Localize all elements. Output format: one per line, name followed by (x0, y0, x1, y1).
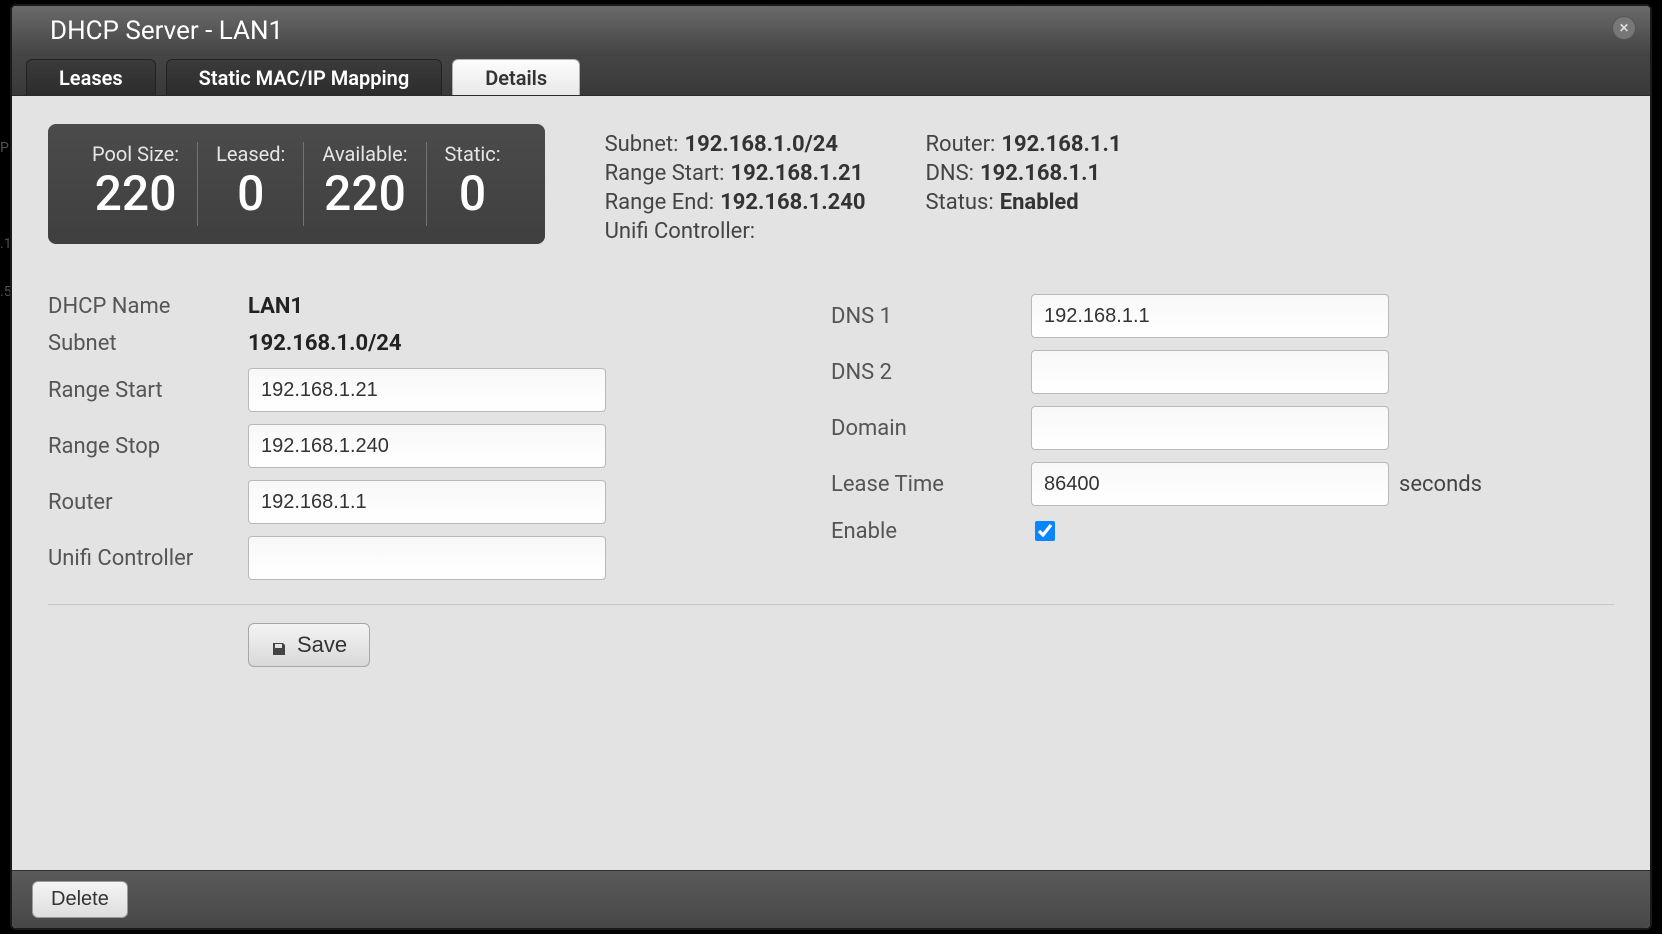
stat-label: Pool Size: (92, 142, 179, 166)
label-unifi: Unifi Controller (48, 546, 248, 571)
form-divider (48, 604, 1614, 605)
save-icon (271, 637, 287, 653)
label-range-stop: Range Stop (48, 434, 248, 459)
info-label: DNS: (925, 161, 974, 186)
form-col-left: DHCP Name LAN1 Subnet 192.168.1.0/24 Ran… (48, 294, 831, 580)
label-dhcp-name: DHCP Name (48, 294, 248, 319)
label-dns2: DNS 2 (831, 360, 1031, 385)
suffix-seconds: seconds (1399, 472, 1482, 497)
info-dns: DNS:192.168.1.1 (925, 161, 1121, 186)
info-label: Unifi Controller: (605, 219, 756, 244)
input-router[interactable] (248, 480, 606, 524)
info-value: 192.168.1.0/24 (684, 132, 838, 157)
stat-value: 0 (237, 168, 264, 221)
tab-static-mapping[interactable]: Static MAC/IP Mapping (166, 59, 443, 95)
info-value: 192.168.1.240 (720, 190, 865, 215)
info-range-start: Range Start:192.168.1.21 (605, 161, 866, 186)
info-value: 192.168.1.1 (980, 161, 1100, 186)
row-subnet: Subnet 192.168.1.0/24 (48, 331, 831, 356)
label-dns1: DNS 1 (831, 304, 1031, 329)
tab-leases[interactable]: Leases (26, 59, 156, 95)
row-lease-time: Lease Time seconds (831, 462, 1614, 506)
save-row: Save (48, 623, 1614, 667)
stat-static: Static: 0 (427, 142, 519, 226)
row-dns2: DNS 2 (831, 350, 1614, 394)
modal-title-bar: DHCP Server - LAN1 ✕ (12, 6, 1650, 56)
label-subnet: Subnet (48, 331, 248, 356)
details-pane: Pool Size: 220 Leased: 0 Available: 220 … (12, 96, 1650, 870)
row-dhcp-name: DHCP Name LAN1 (48, 294, 831, 319)
tab-row: Leases Static MAC/IP Mapping Details (12, 56, 1650, 96)
stat-label: Available: (322, 142, 407, 166)
row-dns1: DNS 1 (831, 294, 1614, 338)
info-columns: Subnet:192.168.1.0/24 Range Start:192.16… (605, 124, 1614, 244)
info-subnet: Subnet:192.168.1.0/24 (605, 132, 866, 157)
info-range-end: Range End:192.168.1.240 (605, 190, 866, 215)
stat-pool-size: Pool Size: 220 (74, 142, 198, 226)
row-unifi: Unifi Controller (48, 536, 831, 580)
info-label: Subnet: (605, 132, 679, 157)
form-col-right: DNS 1 DNS 2 Domain Lease Time seconds (831, 294, 1614, 580)
value-subnet: 192.168.1.0/24 (248, 331, 402, 356)
row-enable: Enable (831, 518, 1614, 544)
form-area: DHCP Name LAN1 Subnet 192.168.1.0/24 Ran… (48, 294, 1614, 580)
info-value: 192.168.1.1 (1001, 132, 1121, 157)
info-label: Range End: (605, 190, 715, 215)
stats-box: Pool Size: 220 Leased: 0 Available: 220 … (48, 124, 545, 244)
stat-value: 220 (324, 168, 406, 221)
info-col-left: Subnet:192.168.1.0/24 Range Start:192.16… (605, 132, 866, 244)
save-button[interactable]: Save (248, 623, 370, 667)
info-label: Status: (925, 190, 993, 215)
input-range-start[interactable] (248, 368, 606, 412)
label-domain: Domain (831, 416, 1031, 441)
info-router: Router:192.168.1.1 (925, 132, 1121, 157)
checkbox-enable[interactable] (1035, 521, 1055, 541)
input-dns1[interactable] (1031, 294, 1389, 338)
close-icon: ✕ (1619, 21, 1629, 35)
label-router: Router (48, 490, 248, 515)
label-lease-time: Lease Time (831, 472, 1031, 497)
info-label: Router: (925, 132, 995, 157)
row-router: Router (48, 480, 831, 524)
info-status: Status: Enabled (925, 190, 1121, 215)
delete-button[interactable]: Delete (32, 881, 128, 918)
modal-footer: Delete (12, 870, 1650, 928)
close-button[interactable]: ✕ (1612, 16, 1636, 40)
input-domain[interactable] (1031, 406, 1389, 450)
info-label: Range Start: (605, 161, 725, 186)
value-dhcp-name: LAN1 (248, 294, 303, 319)
modal-title: DHCP Server - LAN1 (50, 16, 283, 46)
row-range-start: Range Start (48, 368, 831, 412)
stat-label: Leased: (216, 142, 285, 166)
summary-area: Pool Size: 220 Leased: 0 Available: 220 … (48, 124, 1614, 244)
stat-value: 220 (95, 168, 177, 221)
label-enable: Enable (831, 519, 1031, 544)
stat-leased: Leased: 0 (198, 142, 304, 226)
input-unifi[interactable] (248, 536, 606, 580)
input-dns2[interactable] (1031, 350, 1389, 394)
stat-available: Available: 220 (304, 142, 426, 226)
label-range-start: Range Start (48, 378, 248, 403)
input-lease-time[interactable] (1031, 462, 1389, 506)
stat-label: Static: (445, 142, 501, 166)
info-unifi: Unifi Controller: (605, 219, 866, 244)
info-value: Enabled (1000, 190, 1079, 215)
info-value: 192.168.1.21 (730, 161, 863, 186)
save-button-label: Save (297, 632, 347, 658)
tab-details[interactable]: Details (452, 59, 580, 95)
info-col-right: Router:192.168.1.1 DNS:192.168.1.1 Statu… (925, 132, 1121, 244)
input-range-stop[interactable] (248, 424, 606, 468)
row-domain: Domain (831, 406, 1614, 450)
stat-value: 0 (459, 168, 486, 221)
row-range-stop: Range Stop (48, 424, 831, 468)
dhcp-server-modal: DHCP Server - LAN1 ✕ Leases Static MAC/I… (10, 4, 1652, 930)
